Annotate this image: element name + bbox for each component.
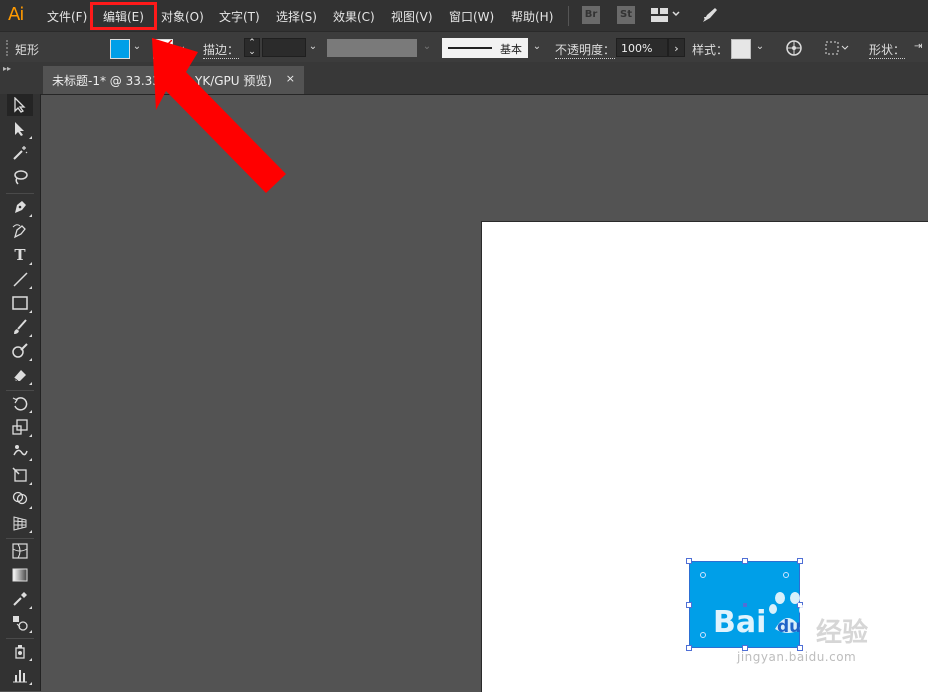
mesh-tool-icon[interactable] xyxy=(7,540,33,562)
curvature-tool-icon[interactable] xyxy=(7,220,33,242)
menu-type[interactable]: 文字(T) xyxy=(219,8,260,25)
type-tool-icon[interactable]: T xyxy=(7,244,33,266)
fill-swatch[interactable] xyxy=(110,39,130,59)
shape-builder-tool-icon[interactable] xyxy=(7,488,33,510)
magic-wand-tool-icon[interactable] xyxy=(7,142,33,164)
free-transform-tool-icon[interactable] xyxy=(7,464,33,486)
menu-view[interactable]: 视图(V) xyxy=(391,8,433,25)
chevron-down-icon[interactable]: ⌄ xyxy=(754,40,766,54)
stroke-preview-line xyxy=(448,47,492,49)
width-arrows-icon[interactable]: ⇥ xyxy=(914,41,922,52)
blend-tool-icon[interactable] xyxy=(7,612,33,634)
variable-width-profile[interactable] xyxy=(327,39,417,57)
bridge-icon[interactable]: Br xyxy=(582,6,600,24)
brush-label: 基本 xyxy=(500,43,522,56)
opacity-label[interactable]: 不透明度： xyxy=(555,41,616,59)
chevron-down-icon[interactable]: ⌄ xyxy=(307,40,319,54)
selection-handle[interactable] xyxy=(686,645,692,651)
tools-panel: T xyxy=(0,94,41,691)
watermark-jingyan: 经验 xyxy=(816,618,869,648)
corner-widget[interactable] xyxy=(700,572,706,578)
chevron-down-icon: ⌄ xyxy=(422,41,432,52)
rocket-icon[interactable] xyxy=(700,5,720,25)
watermark-url: jingyan.baidu.com xyxy=(737,650,857,664)
selection-handle[interactable] xyxy=(797,558,803,564)
selection-type-label: 矩形 xyxy=(15,43,40,57)
selection-handle[interactable] xyxy=(742,558,748,564)
menu-effect[interactable]: 效果(C) xyxy=(333,8,375,25)
illustrator-logo: Ai xyxy=(8,4,24,25)
eyedropper-tool-icon[interactable] xyxy=(7,588,33,610)
style-label: 样式： xyxy=(692,43,729,57)
baidu-jingyan-watermark: Bai du 经验 jingyan.baidu.com xyxy=(713,589,883,669)
edit-menu-highlight xyxy=(90,2,157,30)
opacity-field[interactable]: 100% xyxy=(616,38,668,57)
direct-selection-tool-icon[interactable] xyxy=(7,118,33,140)
column-graph-tool-icon[interactable] xyxy=(7,664,33,686)
collapse-toolbar-icon[interactable]: ▸▸ xyxy=(3,64,11,73)
document-tab-title-tail: YK/GPU 预览) xyxy=(195,74,273,88)
close-icon[interactable]: × xyxy=(286,72,295,85)
line-segment-tool-icon[interactable] xyxy=(7,268,33,290)
selection-handle[interactable] xyxy=(686,558,692,564)
corner-widget[interactable] xyxy=(783,572,789,578)
menu-divider xyxy=(568,6,569,26)
perspective-grid-tool-icon[interactable] xyxy=(7,512,33,534)
symbol-sprayer-tool-icon[interactable] xyxy=(7,640,33,662)
lasso-tool-icon[interactable] xyxy=(7,166,33,188)
paintbrush-tool-icon[interactable] xyxy=(7,316,33,338)
pen-tool-icon[interactable] xyxy=(7,196,33,218)
chevron-down-icon[interactable]: ⌄ xyxy=(131,40,143,54)
shaper-tool-icon[interactable] xyxy=(7,340,33,362)
stock-icon[interactable]: St xyxy=(617,6,635,24)
brush-definition[interactable]: 基本 xyxy=(442,38,528,58)
watermark-du: du xyxy=(777,617,802,637)
menu-object[interactable]: 对象(O) xyxy=(161,8,204,25)
chevron-right-icon[interactable]: › xyxy=(668,38,685,57)
align-selection-icon[interactable] xyxy=(825,40,851,56)
watermark-bai: Bai xyxy=(713,605,767,640)
control-bar: 矩形 ⌄ ⌄ 描边： ⌃ ⌄ ⌄ ⌄ 基本 ⌄ 不透明度： 100% › 样式： … xyxy=(0,31,928,63)
chevron-down-icon[interactable]: ⌄ xyxy=(176,40,188,54)
chevron-down-icon[interactable]: ⌄ xyxy=(531,40,543,54)
scale-tool-icon[interactable] xyxy=(7,416,33,438)
menu-window[interactable]: 窗口(W) xyxy=(449,8,494,25)
stroke-label[interactable]: 描边： xyxy=(203,41,240,59)
stroke-weight-field[interactable] xyxy=(262,38,306,57)
selection-handle[interactable] xyxy=(686,602,692,608)
shape-label[interactable]: 形状： xyxy=(869,41,906,59)
corner-widget[interactable] xyxy=(700,632,706,638)
menu-help[interactable]: 帮助(H) xyxy=(511,8,553,25)
rotate-tool-icon[interactable] xyxy=(7,392,33,414)
panel-grip[interactable] xyxy=(6,40,10,56)
document-tab[interactable]: 未标题-1* @ 33.33 YK/GPU 预览) × xyxy=(43,66,304,94)
graphic-style-swatch[interactable] xyxy=(731,39,751,59)
document-tab-title: 未标题-1* @ 33.33 xyxy=(52,74,160,88)
stroke-swatch[interactable] xyxy=(153,39,173,59)
warp-tool-icon[interactable] xyxy=(7,440,33,462)
workspace-switcher-icon[interactable] xyxy=(651,8,680,22)
stroke-weight-stepper[interactable]: ⌃ ⌄ xyxy=(244,38,260,57)
selection-tool-icon[interactable] xyxy=(7,94,33,116)
menu-file[interactable]: 文件(F) xyxy=(47,8,87,25)
recolor-artwork-icon[interactable] xyxy=(785,39,803,57)
gradient-tool-icon[interactable] xyxy=(7,564,33,586)
eraser-tool-icon[interactable] xyxy=(7,364,33,386)
document-tab-bar: ▸▸ 未标题-1* @ 33.33 YK/GPU 预览) × xyxy=(0,62,928,95)
menu-select[interactable]: 选择(S) xyxy=(276,8,317,25)
rectangle-tool-icon[interactable] xyxy=(7,292,33,314)
